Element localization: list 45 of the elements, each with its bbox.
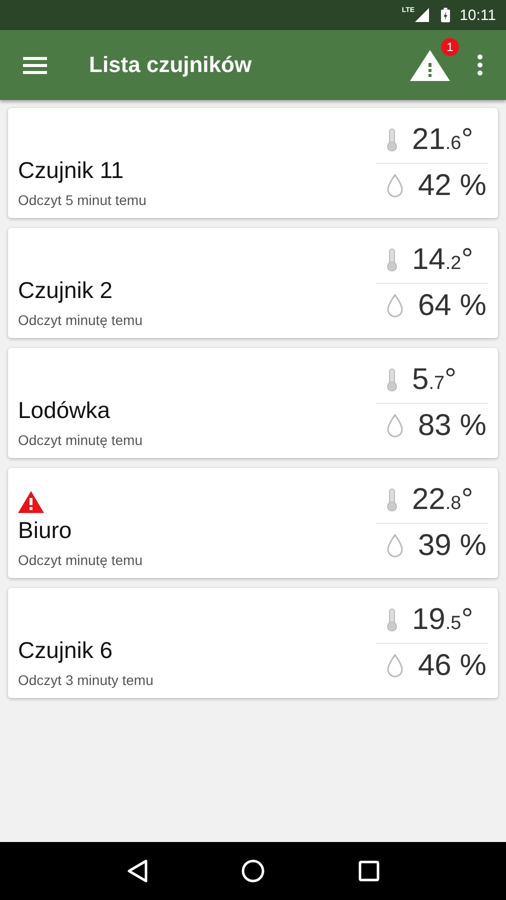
thermometer-icon	[386, 488, 398, 512]
thermometer-icon	[386, 368, 398, 392]
back-icon[interactable]	[126, 859, 148, 883]
sensor-name: Lodówka	[18, 397, 112, 424]
sensor-card[interactable]: Czujnik 11 Odczyt 5 minut temu 21.6° 42 %	[8, 108, 498, 218]
menu-button[interactable]	[23, 55, 47, 75]
temperature-value: 5.7°	[412, 363, 457, 397]
water-drop-icon	[386, 414, 404, 438]
thermometer-icon	[386, 248, 398, 272]
sensor-card[interactable]: Lodówka Odczyt minutę temu 5.7° 83 %	[8, 348, 498, 458]
thermometer-icon	[386, 608, 398, 632]
humidity-value: 83 %	[418, 409, 486, 443]
more-options-button[interactable]	[477, 54, 483, 76]
thermometer-icon	[386, 128, 398, 152]
sensor-card[interactable]: Biuro Odczyt minutę temu 22.8° 39 %	[8, 468, 498, 578]
temperature-value: 21.6°	[412, 123, 474, 157]
temperature-value: 14.2°	[412, 243, 474, 277]
humidity-value: 64 %	[418, 289, 486, 323]
home-icon[interactable]	[240, 859, 265, 883]
sensor-name: Czujnik 11	[18, 157, 125, 184]
humidity-value: 42 %	[418, 169, 486, 203]
app-title: Lista czujników	[89, 52, 253, 78]
water-drop-icon	[386, 654, 404, 678]
humidity-value: 39 %	[418, 529, 486, 563]
reading-time: Odczyt minutę temu	[18, 432, 144, 448]
sensor-name: Czujnik 6	[18, 637, 114, 664]
reading-time: Odczyt minutę temu	[18, 552, 144, 568]
sensor-name: Czujnik 2	[18, 277, 114, 304]
reading-time: Odczyt 3 minuty temu	[18, 672, 154, 688]
reading-time: Odczyt minutę temu	[18, 312, 144, 328]
reading-time: Odczyt 5 minut temu	[18, 192, 148, 208]
water-drop-icon	[386, 174, 404, 198]
recents-icon[interactable]	[358, 860, 380, 882]
temperature-value: 19.5°	[412, 603, 474, 637]
humidity-value: 46 %	[418, 649, 486, 683]
water-drop-icon	[386, 534, 404, 558]
status-time: 10:11	[460, 6, 496, 24]
sensor-name: Biuro	[18, 517, 73, 544]
sensor-card[interactable]: Czujnik 2 Odczyt minutę temu 14.2° 64 %	[8, 228, 498, 338]
water-drop-icon	[386, 294, 404, 318]
temperature-value: 22.8°	[412, 483, 474, 517]
battery-icon	[440, 7, 450, 23]
signal-icon	[414, 8, 429, 22]
sensor-card[interactable]: Czujnik 6 Odczyt 3 minuty temu 19.5° 46 %	[8, 588, 498, 698]
alert-count-badge: 1	[441, 38, 459, 56]
